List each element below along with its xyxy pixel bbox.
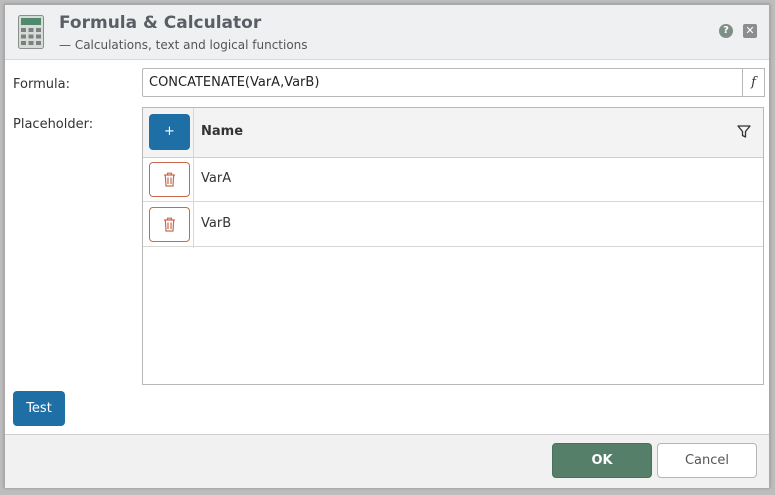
table-row[interactable]: VarA bbox=[143, 157, 763, 202]
calculator-icon bbox=[18, 15, 44, 49]
grid-header: + Name bbox=[143, 108, 763, 158]
filter-icon[interactable] bbox=[737, 125, 751, 139]
formula-input[interactable] bbox=[142, 68, 743, 97]
dialog-title: Formula & Calculator bbox=[59, 13, 262, 33]
ok-button[interactable]: OK bbox=[552, 443, 652, 478]
add-placeholder-button[interactable]: + bbox=[149, 114, 190, 150]
dialog-subtitle: — Calculations, text and logical functio… bbox=[59, 38, 308, 52]
close-icon[interactable]: ✕ bbox=[743, 24, 757, 38]
table-row[interactable]: VarB bbox=[143, 202, 763, 247]
function-picker-button[interactable]: f bbox=[742, 68, 765, 97]
trash-icon bbox=[164, 217, 175, 232]
placeholder-label: Placeholder: bbox=[13, 117, 94, 132]
dialog-header: Formula & Calculator — Calculations, tex… bbox=[5, 5, 769, 60]
formula-calculator-dialog: Formula & Calculator — Calculations, tex… bbox=[4, 4, 770, 488]
delete-row-button[interactable] bbox=[149, 207, 190, 242]
cancel-button[interactable]: Cancel bbox=[657, 443, 757, 478]
placeholder-grid: + Name VarA VarB bbox=[142, 107, 764, 385]
column-divider bbox=[193, 108, 194, 248]
placeholder-name: VarA bbox=[201, 171, 232, 186]
test-button[interactable]: Test bbox=[13, 391, 65, 426]
placeholder-name: VarB bbox=[201, 216, 232, 231]
help-icon[interactable]: ? bbox=[719, 24, 733, 38]
dialog-footer: OK Cancel bbox=[5, 434, 769, 488]
formula-label: Formula: bbox=[13, 77, 70, 92]
column-header-name[interactable]: Name bbox=[201, 124, 243, 139]
delete-row-button[interactable] bbox=[149, 162, 190, 197]
trash-icon bbox=[164, 172, 175, 187]
